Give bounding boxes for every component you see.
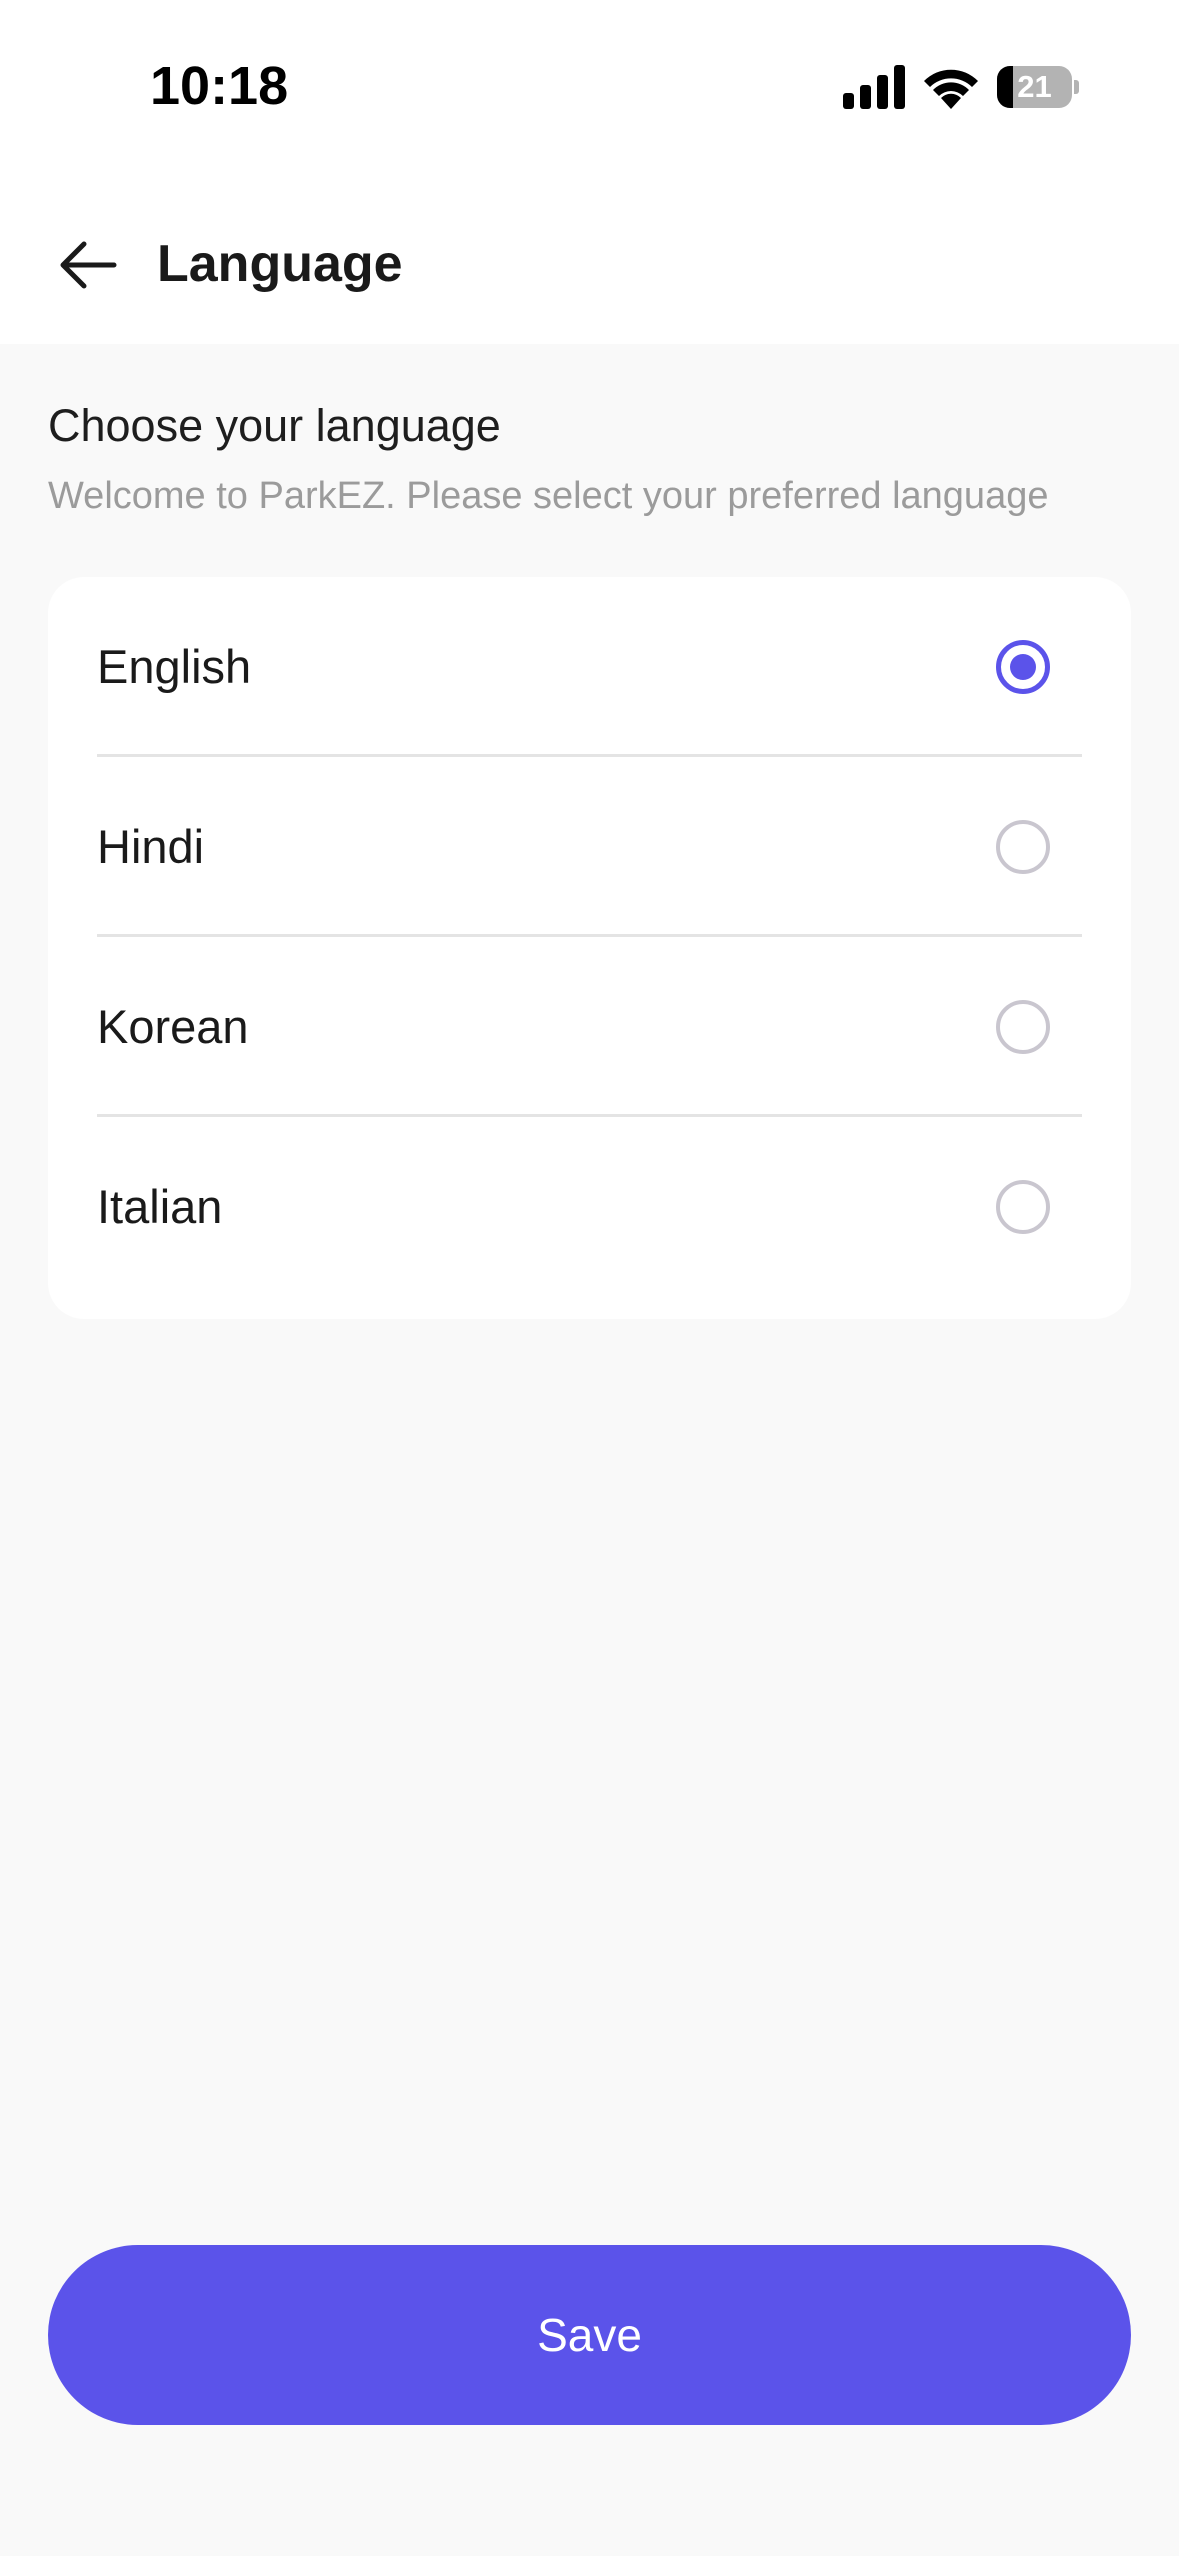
radio-button[interactable]	[996, 1000, 1050, 1054]
language-label: English	[97, 640, 252, 693]
arrow-left-icon	[60, 241, 117, 289]
app-header: Language	[0, 205, 1179, 315]
battery-cap	[1074, 80, 1079, 94]
back-button[interactable]	[48, 225, 128, 305]
language-screen: 10:18 21 Language Choose your language W…	[0, 0, 1179, 2556]
status-icons: 21	[843, 62, 1079, 112]
battery-icon: 21	[997, 66, 1079, 108]
signal-icon	[843, 65, 905, 109]
section-heading: Choose your language	[48, 400, 501, 451]
language-option-italian[interactable]: Italian	[97, 1117, 1082, 1297]
battery-level: 21	[1017, 69, 1052, 104]
radio-button[interactable]	[996, 640, 1050, 694]
language-label: Italian	[97, 1180, 223, 1233]
language-list: English Hindi Korean Italian	[48, 577, 1131, 1319]
language-option-english[interactable]: English	[97, 577, 1082, 757]
radio-button[interactable]	[996, 1180, 1050, 1234]
language-label: Hindi	[97, 820, 205, 873]
language-option-hindi[interactable]: Hindi	[97, 757, 1082, 937]
radio-button[interactable]	[996, 820, 1050, 874]
wifi-icon	[924, 69, 978, 109]
status-time: 10:18	[150, 56, 289, 116]
save-button[interactable]: Save	[48, 2245, 1131, 2425]
language-label: Korean	[97, 1000, 249, 1053]
page-title: Language	[157, 235, 403, 293]
section-subtitle: Welcome to ParkEZ. Please select your pr…	[48, 475, 1049, 517]
language-option-korean[interactable]: Korean	[97, 937, 1082, 1117]
battery-body: 21	[997, 66, 1073, 108]
